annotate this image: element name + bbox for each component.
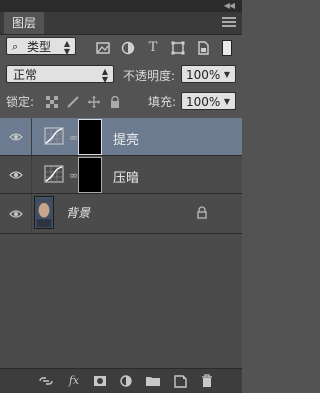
opacity-field[interactable]: 100% ▼: [181, 65, 236, 83]
eye-icon[interactable]: [9, 130, 23, 144]
layer-row-background[interactable]: 背景: [0, 194, 242, 234]
filter-kind-select[interactable]: ⌕ 类型 ▲ ▼: [6, 37, 76, 56]
layers-list: ∞ 提亮 ∞ 压暗 背景: [0, 118, 242, 368]
chevron-updown-icon: ▲ ▼: [63, 39, 70, 56]
panel-menu-icon[interactable]: [222, 17, 236, 29]
tab-layers[interactable]: 图层: [4, 12, 45, 34]
layer-mask-thumbnail[interactable]: [78, 157, 102, 193]
shape-filter-icon[interactable]: [171, 41, 185, 55]
chevron-down-icon: ▼: [223, 70, 230, 79]
layers-bottom-toolbar: fx: [0, 368, 242, 393]
type-filter-icon[interactable]: T: [146, 41, 160, 55]
mask-link-icon[interactable]: ∞: [69, 131, 78, 144]
delete-icon[interactable]: [199, 374, 215, 388]
lock-image-pixels-icon[interactable]: [67, 96, 79, 108]
blend-mode-select[interactable]: 正常 ▲ ▼: [6, 65, 114, 84]
add-mask-icon[interactable]: [92, 374, 108, 388]
eye-icon[interactable]: [9, 207, 23, 221]
layer-row-darken[interactable]: ∞ 压暗: [0, 156, 242, 194]
panel-tab-bar: 图层: [0, 12, 242, 35]
new-layer-icon[interactable]: [172, 374, 188, 388]
curves-adjustment-icon: [44, 165, 64, 183]
chevron-updown-icon: ▲ ▼: [101, 67, 108, 84]
lock-icon: [197, 206, 207, 219]
opacity-value: 100%: [186, 68, 221, 82]
filter-toggle-switch[interactable]: [222, 40, 232, 56]
smart-object-filter-icon[interactable]: [196, 41, 210, 55]
fill-label: 填充:: [148, 95, 177, 109]
layer-name[interactable]: 背景: [66, 204, 90, 221]
collapse-panel-icon[interactable]: ◀◀: [224, 1, 235, 10]
background-layer-thumbnail: [34, 196, 54, 229]
layer-mask-thumbnail[interactable]: [78, 119, 102, 155]
adjustment-filter-icon[interactable]: [121, 41, 135, 55]
lock-label: 锁定:: [6, 95, 35, 109]
eye-icon[interactable]: [9, 168, 23, 182]
fill-field[interactable]: 100% ▼: [181, 92, 236, 110]
layer-name[interactable]: 压暗: [113, 167, 139, 186]
new-group-icon[interactable]: [145, 374, 161, 388]
lock-transparency-icon[interactable]: [46, 96, 58, 108]
fill-value: 100%: [186, 95, 221, 109]
fx-icon[interactable]: fx: [66, 374, 82, 388]
filter-kind-label: 类型: [27, 40, 52, 54]
lock-position-icon[interactable]: [88, 96, 100, 108]
filter-row: ⌕ 类型 ▲ ▼ T: [0, 34, 242, 62]
pixel-filter-icon[interactable]: [96, 41, 110, 55]
layer-name[interactable]: 提亮: [113, 129, 139, 148]
layer-row-brighten[interactable]: ∞ 提亮: [0, 118, 242, 156]
curves-adjustment-icon: [44, 127, 64, 145]
search-icon: ⌕: [12, 40, 19, 53]
blend-row: 正常 ▲ ▼ 不透明度: 100% ▼: [0, 62, 242, 86]
chevron-down-icon: ▼: [223, 97, 230, 106]
link-layers-icon[interactable]: [38, 374, 54, 388]
lock-all-icon[interactable]: [109, 96, 121, 108]
mask-link-icon[interactable]: ∞: [69, 169, 78, 182]
blend-mode-value: 正常: [13, 68, 38, 82]
panel-title-bar: ◀◀: [0, 0, 242, 12]
lock-row: 锁定: 填充: 100% ▼: [0, 88, 242, 116]
opacity-label: 不透明度:: [123, 69, 176, 83]
new-adjustment-icon[interactable]: [118, 374, 134, 388]
